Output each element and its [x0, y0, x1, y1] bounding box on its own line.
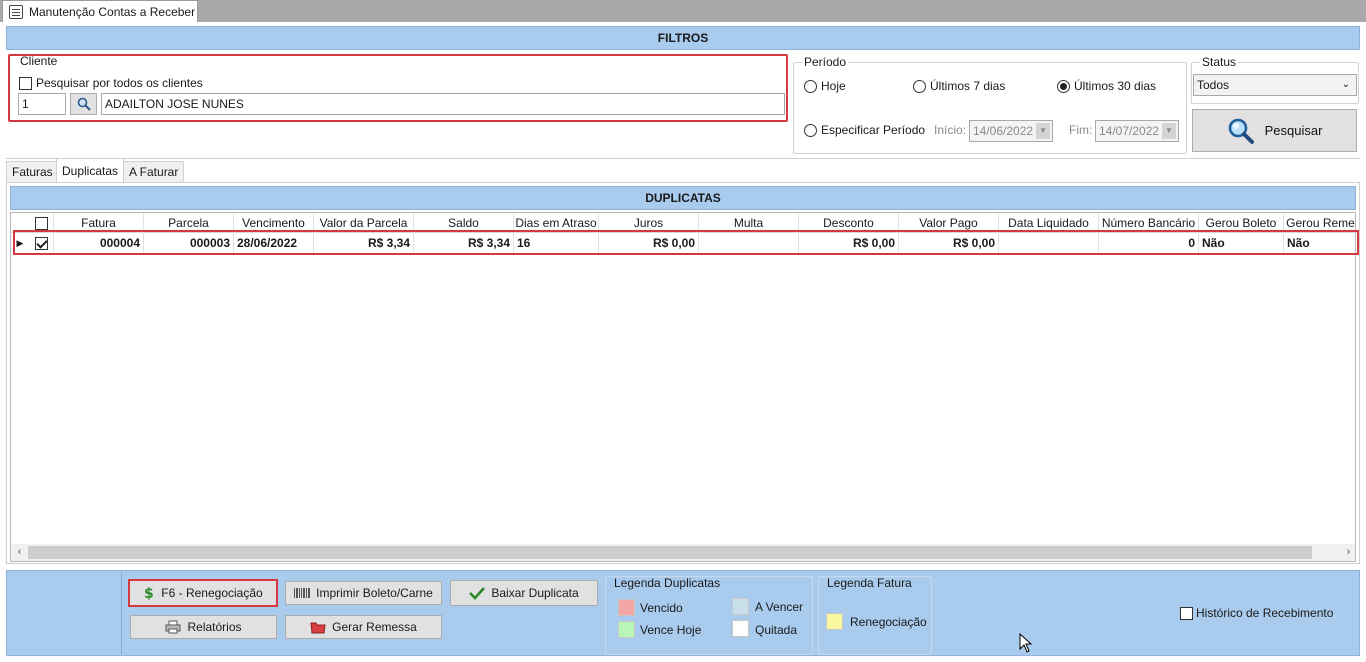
- historico-option[interactable]: Histórico de Recebimento: [1180, 606, 1333, 620]
- fim-date-value: 14/07/2022: [1099, 124, 1160, 138]
- barcode-icon: [294, 588, 311, 598]
- legend-label-renegociacao: Renegociação: [850, 615, 927, 629]
- legend-swatch-vencido: [618, 599, 635, 616]
- scrollbar-thumb[interactable]: [28, 546, 1312, 559]
- baixar-duplicata-button[interactable]: Baixar Duplicata: [450, 580, 598, 606]
- legenda-fatura-title: Legenda Fatura: [827, 576, 912, 590]
- fim-date-picker[interactable]: 14/07/2022 ▼: [1095, 120, 1179, 142]
- historico-checkbox[interactable]: [1180, 606, 1193, 620]
- dropdown-arrow-icon[interactable]: ▼: [1162, 123, 1176, 139]
- horizontal-scrollbar[interactable]: ‹ ›: [11, 544, 1355, 561]
- radio-especificar[interactable]: [804, 123, 817, 137]
- legend-label-vencido: Vencido: [640, 601, 683, 615]
- tab-a-faturar[interactable]: A Faturar: [123, 161, 185, 183]
- dropdown-arrow-icon[interactable]: ▼: [1036, 123, 1050, 139]
- legend-label-a-vencer: A Vencer: [755, 600, 804, 614]
- status-select[interactable]: Todos ⌄: [1193, 74, 1357, 96]
- radio-hoje[interactable]: [804, 79, 817, 93]
- window-tab-strip: [0, 0, 1366, 22]
- magnifier-icon: [77, 97, 91, 111]
- period-option-especificar[interactable]: Especificar Período: [804, 123, 925, 137]
- tab-duplicatas[interactable]: Duplicatas: [56, 158, 125, 183]
- gerar-remessa-button[interactable]: Gerar Remessa: [285, 615, 442, 639]
- document-icon: [9, 4, 23, 19]
- legend-swatch-a-vencer: [732, 598, 749, 615]
- printer-icon: [165, 620, 181, 634]
- relatorios-label: Relatórios: [187, 620, 242, 634]
- legenda-duplicatas-title: Legenda Duplicatas: [614, 576, 721, 590]
- window-tab-title: Manutenção Contas a Receber: [29, 4, 196, 19]
- legend-label-quitada: Quitada: [755, 623, 798, 637]
- filters-header: FILTROS: [6, 26, 1360, 50]
- imprimir-boleto-button[interactable]: Imprimir Boleto/Carne: [285, 581, 442, 605]
- folder-icon: [310, 622, 326, 634]
- actions-bar-left-panel: [8, 572, 122, 654]
- legend-swatch-vence-hoje: [618, 621, 635, 638]
- selected-row-highlight: [13, 230, 1359, 255]
- period-option-label: Últimos 7 dias: [930, 79, 1006, 93]
- legenda-fatura-group: Legenda Fatura Renegociação: [818, 576, 932, 655]
- cliente-group-title: Cliente: [20, 54, 58, 68]
- relatorios-button[interactable]: Relatórios: [130, 615, 277, 639]
- scroll-left-icon[interactable]: ‹: [11, 544, 28, 561]
- baixar-duplicata-label: Baixar Duplicata: [491, 586, 579, 600]
- money-icon: $: [144, 586, 154, 601]
- search-button[interactable]: Pesquisar: [1192, 109, 1357, 152]
- cliente-group: Cliente Pesquisar por todos os clientes …: [8, 54, 788, 122]
- period-option-label: Hoje: [821, 79, 846, 93]
- inicio-date-picker[interactable]: 14/06/2022 ▼: [969, 120, 1053, 142]
- scroll-right-icon[interactable]: ›: [1340, 544, 1355, 561]
- legenda-duplicatas-group: Legenda Duplicatas Vencido A Vencer Venc…: [605, 576, 813, 655]
- historico-label: Histórico de Recebimento: [1196, 606, 1334, 620]
- period-option-label: Últimos 30 dias: [1074, 79, 1157, 93]
- client-search-button[interactable]: [70, 93, 97, 115]
- gerar-remessa-label: Gerar Remessa: [332, 620, 417, 634]
- period-option-7-dias[interactable]: Últimos 7 dias: [913, 79, 1005, 93]
- mouse-cursor-icon: [1019, 633, 1033, 653]
- inicio-date-value: 14/06/2022: [973, 124, 1034, 138]
- all-clients-checkbox[interactable]: [19, 76, 32, 90]
- search-button-label: Pesquisar: [1264, 123, 1323, 138]
- checkmark-icon: [469, 587, 486, 600]
- client-code-input[interactable]: 1: [18, 93, 66, 115]
- periodo-group-title: Período: [802, 55, 849, 69]
- select-all-checkbox[interactable]: [34, 216, 48, 230]
- fim-label: Fim:: [1069, 123, 1093, 137]
- tab-faturas[interactable]: Faturas: [6, 161, 59, 183]
- status-selected-value: Todos: [1197, 78, 1230, 92]
- duplicatas-header: DUPLICATAS: [10, 186, 1356, 210]
- legend-swatch-renegociacao: [826, 613, 843, 630]
- window-tab[interactable]: Manutenção Contas a Receber: [2, 0, 198, 22]
- duplicatas-grid[interactable]: Fatura Parcela Vencimento Valor da Parce…: [10, 212, 1356, 562]
- legend-label-vence-hoje: Vence Hoje: [640, 623, 702, 637]
- chevron-down-icon: ⌄: [1341, 79, 1350, 90]
- radio-7-dias[interactable]: [913, 79, 926, 93]
- all-clients-option[interactable]: Pesquisar por todos os clientes: [19, 76, 203, 90]
- all-clients-label: Pesquisar por todos os clientes: [36, 76, 203, 90]
- renegociacao-button[interactable]: $ F6 - Renegociação: [128, 579, 278, 607]
- filters-divider: [6, 158, 1360, 159]
- magnifier-icon: [1228, 118, 1254, 144]
- inicio-label: Início:: [934, 123, 967, 137]
- period-option-30-dias[interactable]: Últimos 30 dias: [1057, 79, 1156, 93]
- svg-text:$: $: [144, 586, 154, 601]
- renegociacao-label: F6 - Renegociação: [161, 586, 263, 600]
- radio-30-dias[interactable]: [1057, 79, 1070, 93]
- legend-swatch-quitada: [732, 620, 749, 637]
- client-name-field: ADAILTON JOSE NUNES: [101, 93, 785, 115]
- imprimir-boleto-label: Imprimir Boleto/Carne: [316, 586, 433, 600]
- period-option-label: Especificar Período: [821, 123, 926, 137]
- status-group-title: Status: [1200, 55, 1239, 69]
- period-option-hoje[interactable]: Hoje: [804, 79, 846, 93]
